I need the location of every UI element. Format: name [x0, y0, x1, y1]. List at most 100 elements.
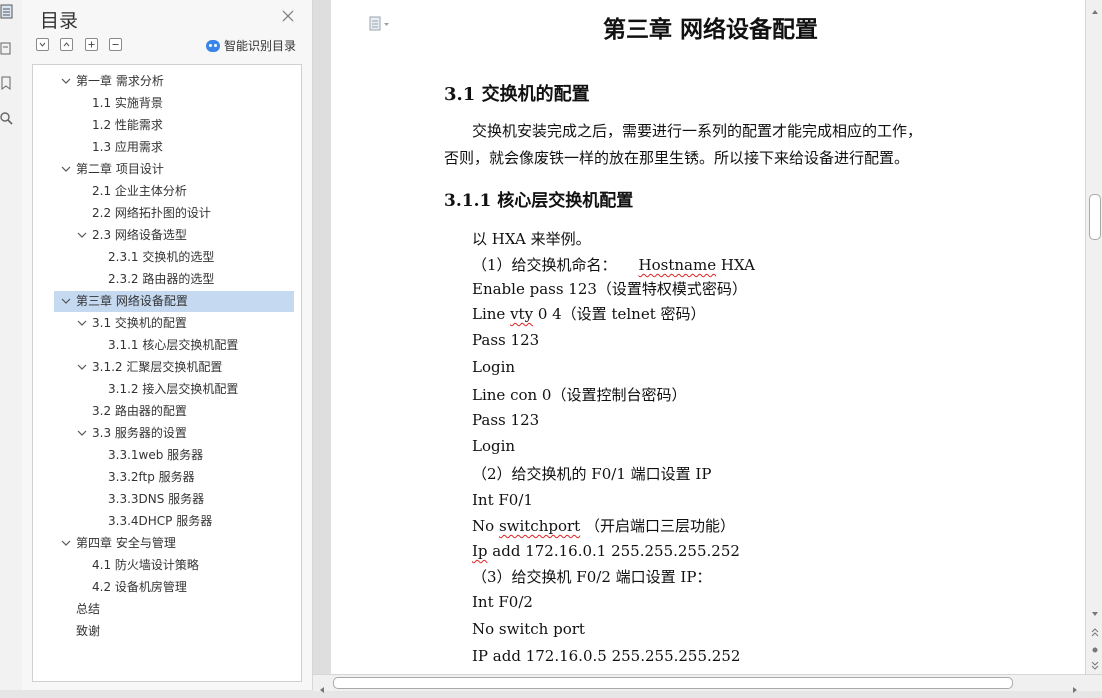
doc-line: Pass 123: [472, 331, 540, 349]
doc-line: Pass 123: [472, 411, 540, 429]
toc-item-label: 第三章 网络设备配置: [76, 294, 188, 308]
doc-line: Login: [472, 437, 516, 455]
doc-line: 以 HXA 来举例。: [472, 230, 591, 248]
toc-item[interactable]: 4.2 设备机房管理: [54, 577, 294, 598]
toc-item[interactable]: 3.2 路由器的配置: [54, 401, 294, 422]
toc-item[interactable]: 3.1.1 核心层交换机配置: [54, 335, 294, 356]
subsection-heading: 3.1.1 核心层交换机配置: [444, 191, 634, 211]
toc-item[interactable]: 1.1 实施背景: [54, 93, 294, 114]
chevron-down-icon[interactable]: [60, 159, 72, 180]
doc-line: No switchport （开启端口三层功能）: [472, 515, 735, 536]
horizontal-scrollbar[interactable]: [313, 674, 1102, 693]
collapse-all-icon[interactable]: [60, 38, 73, 51]
toc-item-label: 1.2 性能需求: [92, 118, 163, 132]
toc-item[interactable]: 2.3 网络设备选型: [54, 225, 294, 246]
scroll-down-icon[interactable]: [1090, 604, 1100, 616]
toc-item-label: 致谢: [76, 624, 101, 638]
horizontal-scroll-thumb[interactable]: [333, 677, 1013, 689]
chevron-down-icon[interactable]: [60, 71, 72, 92]
close-icon[interactable]: [280, 8, 296, 24]
toc-item[interactable]: 3.3 服务器的设置: [54, 423, 294, 444]
chapter-heading: 第三章 网络设备配置: [603, 17, 819, 43]
toc-item-label: 3.1 交换机的配置: [92, 316, 187, 330]
toc-item[interactable]: 1.3 应用需求: [54, 137, 294, 158]
doc-text: HXA: [716, 256, 755, 274]
expand-all-icon[interactable]: [36, 38, 49, 51]
bookmark-icon[interactable]: [0, 76, 14, 90]
smart-toc-label: 智能识别目录: [224, 39, 297, 53]
doc-line: （3）给交换机 F0/2 端口设置 IP：: [472, 568, 712, 586]
toc-item[interactable]: 总结: [54, 599, 294, 620]
smart-toc-button[interactable]: 智能识别目录: [206, 37, 296, 54]
document-page[interactable]: 第三章 网络设备配置 3.1 交换机的配置 交换机安装完成之后，需要进行一系列的…: [331, 0, 1085, 674]
toc-item[interactable]: 3.3.3DNS 服务器: [54, 489, 294, 510]
toc-item[interactable]: 4.1 防火墙设计策略: [54, 555, 294, 576]
toc-item-label: 3.3 服务器的设置: [92, 426, 187, 440]
toc-item-label: 1.3 应用需求: [92, 140, 163, 154]
toc-item-label: 3.1.2 接入层交换机配置: [108, 382, 239, 396]
toc-item-label: 3.3.2ftp 服务器: [108, 470, 195, 484]
doc-text: Line: [472, 305, 511, 323]
toc-item[interactable]: 3.1.2 汇聚层交换机配置: [54, 357, 294, 378]
side-icon-bar: [0, 0, 23, 690]
chevron-down-icon[interactable]: [76, 423, 88, 444]
spellcheck-word: switchport: [498, 517, 581, 535]
doc-line: Line vty 0 4（设置 telnet 密码）: [472, 303, 706, 324]
vertical-scrollbar[interactable]: [1085, 0, 1102, 674]
search-icon[interactable]: [0, 112, 14, 126]
toc-item[interactable]: 2.3.2 路由器的选型: [54, 269, 294, 290]
toc-item[interactable]: 1.2 性能需求: [54, 115, 294, 136]
toc-item-label: 第四章 安全与管理: [76, 536, 176, 550]
toc-title: 目录: [40, 10, 79, 32]
toc-item[interactable]: 2.1 企业主体分析: [54, 181, 294, 202]
vertical-scroll-thumb[interactable]: [1089, 194, 1101, 240]
toc-item[interactable]: 2.2 网络拓扑图的设计: [54, 203, 294, 224]
scroll-right-icon[interactable]: [1071, 679, 1079, 693]
toc-item-label: 3.1.2 汇聚层交换机配置: [92, 360, 223, 374]
toc-item-label: 2.3 网络设备选型: [92, 228, 187, 242]
previous-page-icon[interactable]: [1090, 622, 1100, 637]
spellcheck-word: Ip: [472, 542, 488, 560]
toc-item-label: 3.3.3DNS 服务器: [108, 492, 205, 506]
toc-item[interactable]: 3.1 交换机的配置: [54, 313, 294, 334]
chevron-down-icon[interactable]: [60, 291, 72, 312]
doc-line: （2）给交换机的 F0/1 端口设置 IP: [472, 465, 712, 483]
toc-item-selected[interactable]: 第三章 网络设备配置: [54, 291, 294, 312]
scroll-left-icon[interactable]: [318, 679, 326, 693]
toc-item[interactable]: 3.3.4DHCP 服务器: [54, 511, 294, 532]
chevron-down-icon[interactable]: [76, 225, 88, 246]
page-thumbnail-icon[interactable]: [0, 42, 14, 56]
paragraph-line: 交换机安装完成之后，需要进行一系列的配置才能完成相应的工作，: [472, 122, 923, 140]
toc-item[interactable]: 3.3.2ftp 服务器: [54, 467, 294, 488]
doc-line: （1）给交换机命名： Hostname HXA: [472, 254, 755, 275]
remove-heading-icon[interactable]: [109, 38, 122, 51]
toc-item[interactable]: 第一章 需求分析: [54, 71, 294, 92]
toc-item-label: 1.1 实施背景: [92, 96, 163, 110]
toc-item-label: 3.2 路由器的配置: [92, 404, 187, 418]
toc-panel-icon[interactable]: [0, 4, 14, 19]
toc-item-label: 总结: [76, 602, 101, 616]
toc-item[interactable]: 3.3.1web 服务器: [54, 445, 294, 466]
chevron-down-icon[interactable]: [76, 357, 88, 378]
chevron-down-icon[interactable]: [76, 313, 88, 334]
spellcheck-word: Hostname: [638, 256, 717, 274]
toc-item[interactable]: 致谢: [54, 621, 294, 642]
toc-item-label: 第二章 项目设计: [76, 162, 164, 176]
chevron-down-icon[interactable]: [60, 533, 72, 554]
paragraph-line: 否则，就会像废铁一样的放在那里生锈。所以接下来给设备进行配置。: [444, 149, 910, 167]
toc-item[interactable]: 第二章 项目设计: [54, 159, 294, 180]
toc-item[interactable]: 3.1.2 接入层交换机配置: [54, 379, 294, 400]
next-page-icon[interactable]: [1090, 656, 1100, 670]
toc-item[interactable]: 第四章 安全与管理: [54, 533, 294, 554]
toc-panel: 目录 智能识别目录 第一章 需求分析 1.1 实施背景 1.2 性能需求 1.3…: [22, 0, 313, 690]
add-heading-icon[interactable]: [85, 38, 98, 51]
scroll-up-icon[interactable]: [1090, 2, 1100, 14]
browse-object-icon[interactable]: [1090, 640, 1100, 653]
toc-item-label: 2.2 网络拓扑图的设计: [92, 206, 211, 220]
page-menu-icon[interactable]: [369, 16, 389, 31]
doc-line: Ip add 172.16.0.1 255.255.255.252: [472, 542, 740, 560]
toc-tree[interactable]: 第一章 需求分析 1.1 实施背景 1.2 性能需求 1.3 应用需求 第二章 …: [32, 64, 302, 682]
doc-text: No: [472, 517, 499, 535]
toc-item[interactable]: 2.3.1 交换机的选型: [54, 247, 294, 268]
toc-item-label: 3.3.4DHCP 服务器: [108, 514, 213, 528]
